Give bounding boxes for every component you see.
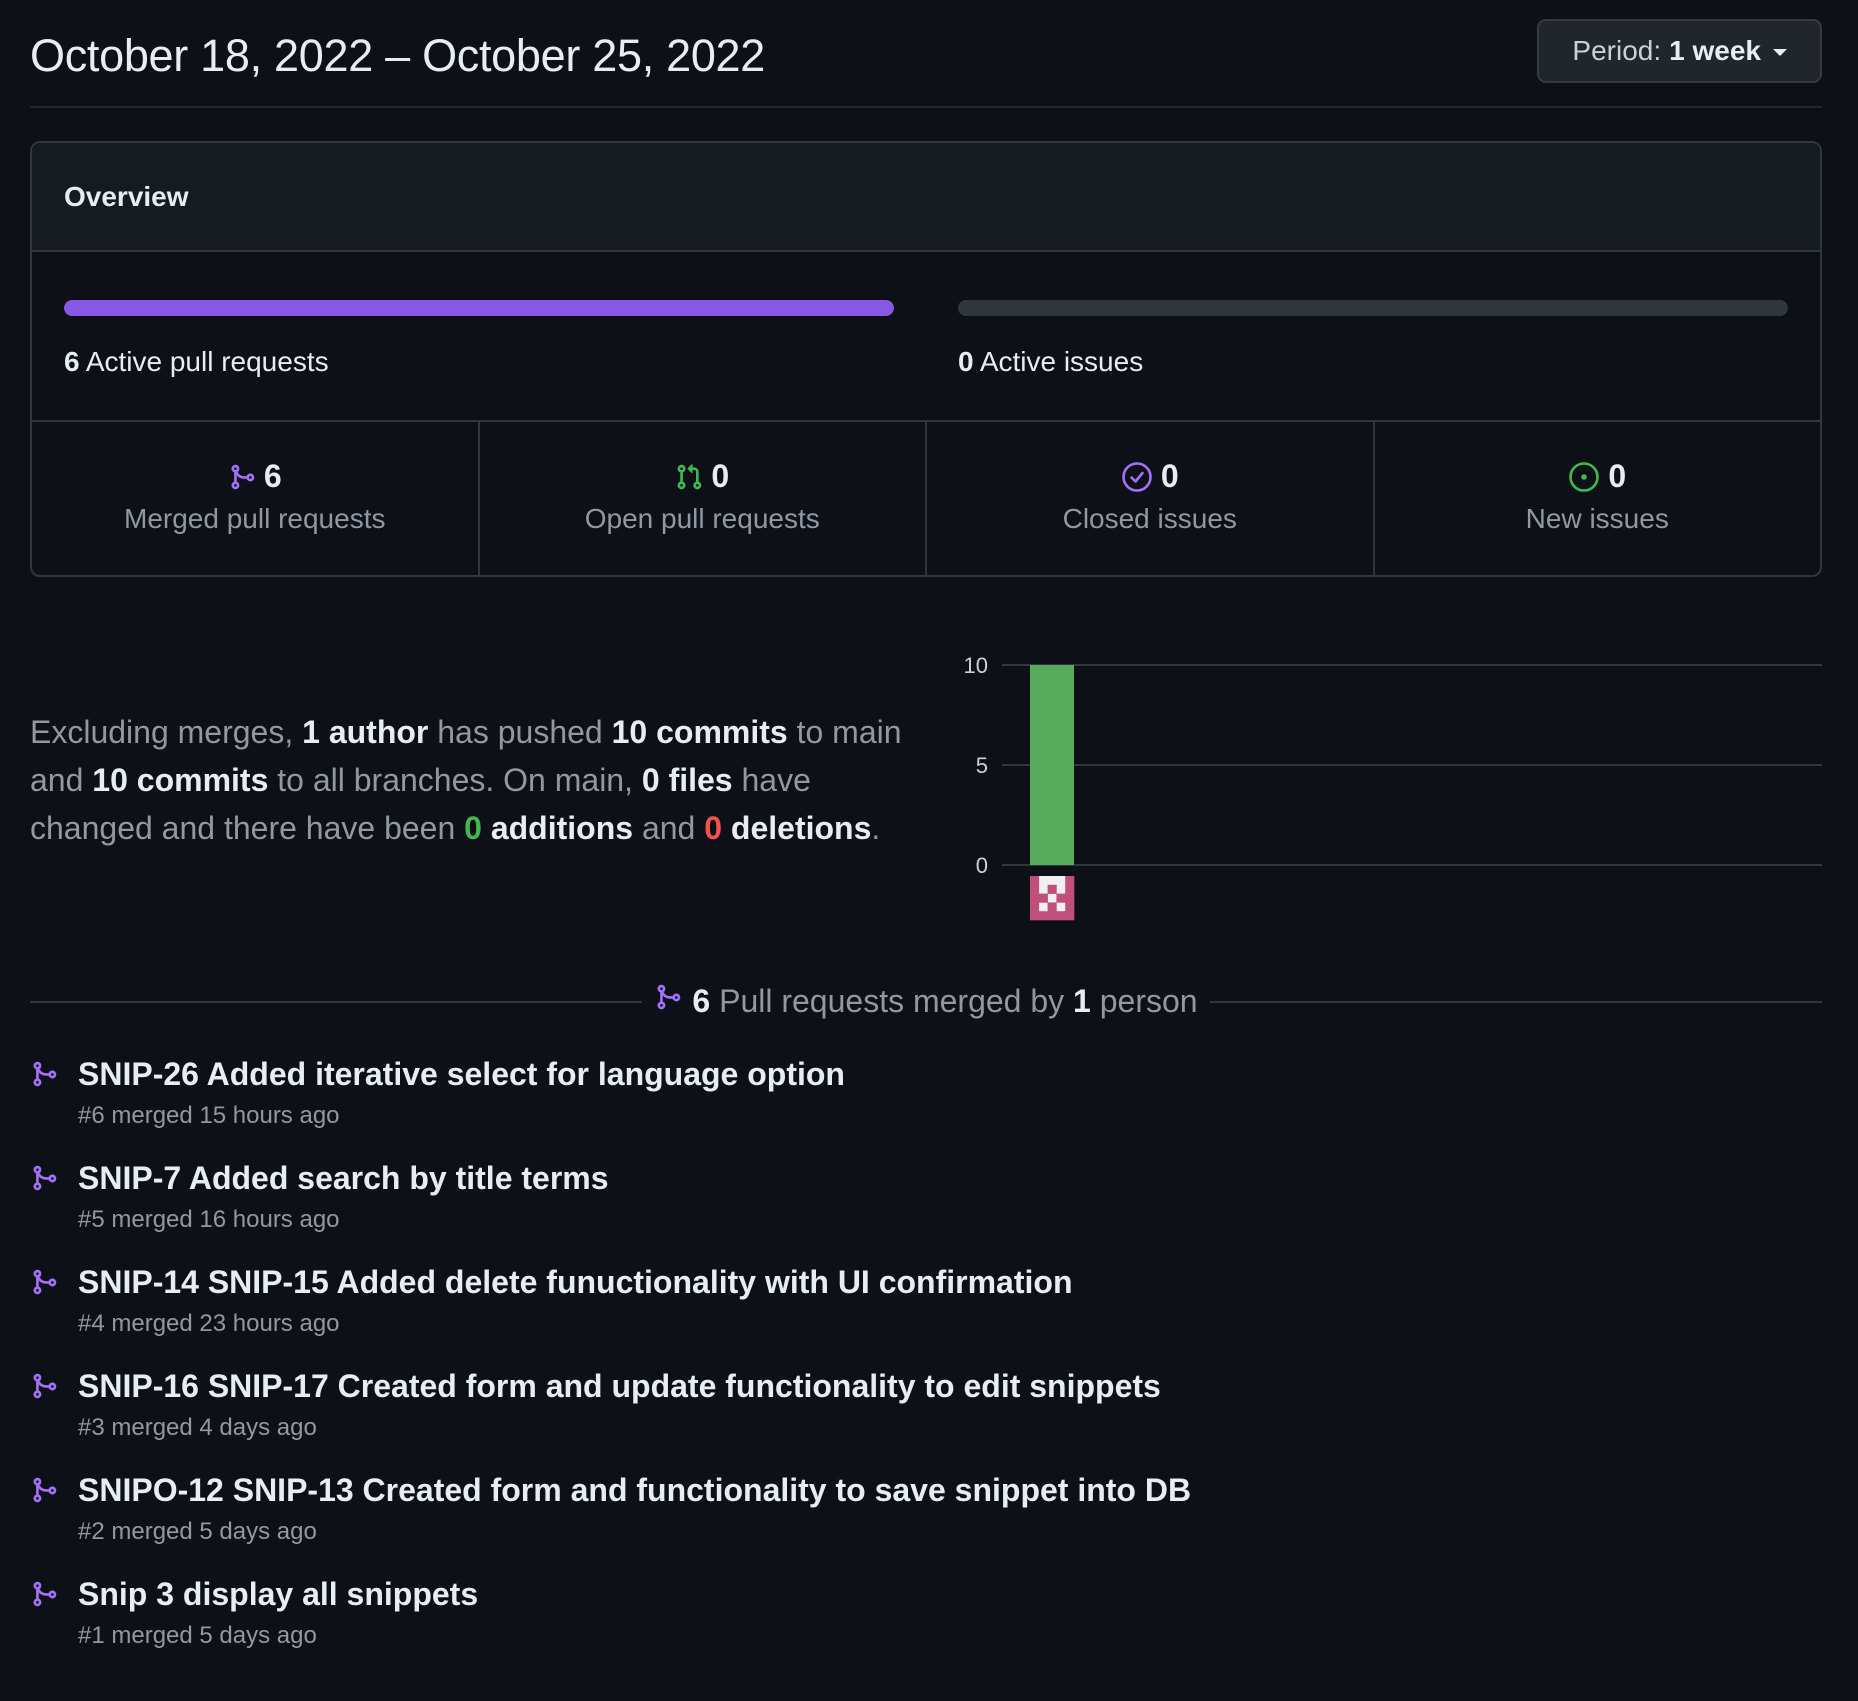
git-merge-icon: [30, 1162, 58, 1199]
git-merge-icon: [30, 1474, 58, 1511]
stat-count: 6: [263, 458, 282, 494]
commit-chart: 10 5 0: [964, 653, 1822, 921]
pr-list-item: SNIP-26 Added iterative select for langu…: [30, 1052, 1822, 1156]
pr-meta: #2 merged 5 days ago: [78, 1518, 317, 1545]
summary-text: and: [633, 810, 705, 846]
active-issues-count: 0: [958, 346, 974, 377]
active-prs-label: Active pull requests: [85, 346, 329, 377]
stat-count: 0: [1608, 458, 1627, 494]
pr-list-item: SNIP-14 SNIP-15 Added delete funuctional…: [30, 1260, 1822, 1364]
period-label: Period:: [1572, 35, 1662, 66]
stat-label: Closed issues: [1062, 502, 1237, 534]
pr-title-link[interactable]: SNIP-7 Added search by title terms: [78, 1160, 609, 1197]
merged-section-divider: 6 Pull requests merged by 1 person: [30, 978, 1822, 1024]
merged-count: 6: [692, 982, 711, 1019]
commit-bar[interactable]: [1030, 665, 1074, 865]
git-merge-icon: [228, 462, 256, 492]
merged-section-heading: 6 Pull requests merged by 1 person: [644, 978, 1208, 1024]
commit-summary: Excluding merges, 1 author has pushed 10…: [30, 708, 930, 852]
merged-pr-list: SNIP-26 Added iterative select for langu…: [30, 1052, 1822, 1676]
git-merge-icon: [30, 1058, 58, 1095]
pr-meta: #1 merged 5 days ago: [78, 1622, 317, 1649]
activity-bars: 6 Active pull requests 0 Active issues: [32, 252, 1820, 422]
y-tick-label: 0: [976, 853, 988, 878]
period-dropdown-button[interactable]: Period: 1 week: [1537, 19, 1822, 83]
y-tick-label: 5: [976, 753, 988, 778]
git-pull-request-icon: [675, 462, 703, 492]
stat-label: Merged pull requests: [124, 502, 386, 534]
pr-title-link[interactable]: SNIP-26 Added iterative select for langu…: [78, 1056, 845, 1093]
overview-stats: 6 Merged pull requests 0 Open pull reque…: [32, 422, 1820, 575]
pr-list-item: SNIP-7 Added search by title terms #5 mer…: [30, 1156, 1822, 1260]
summary-text: has pushed: [428, 714, 612, 750]
pr-title-link[interactable]: SNIP-14 SNIP-15 Added delete funuctional…: [78, 1264, 1072, 1301]
pr-list-item: SNIP-16 SNIP-17 Created form and update …: [30, 1364, 1822, 1468]
summary-additions-word: additions: [481, 810, 634, 846]
merged-people-count: 1: [1073, 982, 1091, 1019]
summary-files: 0 files: [641, 762, 733, 798]
pr-meta: #5 merged 16 hours ago: [78, 1206, 340, 1233]
overview-box: Overview 6 Active pull requests 0 Active…: [30, 141, 1822, 577]
stat-new-issues[interactable]: 0 New issues: [1375, 422, 1821, 575]
pr-meta: #4 merged 23 hours ago: [78, 1310, 340, 1337]
summary-text: Excluding merges,: [30, 714, 303, 750]
date-range-title: October 18, 2022 – October 25, 2022: [30, 30, 766, 81]
pr-meta: #3 merged 4 days ago: [78, 1414, 317, 1441]
chevron-down-icon: [1773, 48, 1787, 56]
summary-authors: 1 author: [302, 714, 429, 750]
pr-meta: #6 merged 15 hours ago: [78, 1102, 340, 1129]
pr-title-link[interactable]: SNIPO-12 SNIP-13 Created form and functi…: [78, 1472, 1191, 1509]
git-merge-icon: [30, 1370, 58, 1407]
summary-text: .: [871, 810, 881, 846]
stat-label: New issues: [1525, 502, 1669, 534]
active-prs-bar: [64, 300, 894, 316]
pr-list-item: Snip 3 display all snippets #1 merged 5 d…: [30, 1572, 1822, 1676]
author-avatar[interactable]: [1030, 876, 1075, 921]
merged-text: person: [1090, 982, 1198, 1019]
git-merge-icon: [654, 981, 682, 1021]
pr-title-link[interactable]: Snip 3 display all snippets: [78, 1576, 478, 1613]
git-merge-icon: [30, 1266, 58, 1303]
stat-closed-issues[interactable]: 0 Closed issues: [927, 422, 1375, 575]
summary-text: to all branches. On main,: [268, 762, 642, 798]
active-issues-link[interactable]: 0 Active issues: [958, 346, 1143, 378]
summary-additions-count: 0: [464, 810, 482, 846]
issue-closed-icon: [1121, 461, 1153, 493]
stat-count: 0: [711, 458, 730, 494]
y-tick-label: 10: [964, 653, 988, 678]
git-merge-icon: [30, 1578, 58, 1615]
summary-deletions-count: 0: [704, 810, 723, 846]
stat-merged-prs[interactable]: 6 Merged pull requests: [32, 422, 480, 575]
summary-deletions-word: deletions: [722, 810, 872, 846]
issue-opened-icon: [1568, 461, 1600, 493]
pulse-header: October 18, 2022 – October 25, 2022 Peri…: [30, 0, 1822, 108]
pulse-page: October 18, 2022 – October 25, 2022 Peri…: [30, 0, 1822, 1649]
stat-label: Open pull requests: [584, 502, 820, 534]
active-prs-bar-fill: [64, 300, 894, 316]
active-prs-link[interactable]: 6 Active pull requests: [64, 346, 329, 378]
stat-count: 0: [1160, 458, 1179, 494]
stat-open-prs[interactable]: 0 Open pull requests: [480, 422, 927, 575]
period-value: 1 week: [1669, 35, 1761, 66]
summary-commits-all: 10 commits: [92, 762, 269, 798]
active-issues-label: Active issues: [979, 346, 1144, 377]
pr-list-item: SNIPO-12 SNIP-13 Created form and functi…: [30, 1468, 1822, 1572]
merged-text: Pull requests merged by: [710, 982, 1074, 1019]
active-issues-bar: [958, 300, 1788, 316]
overview-heading: Overview: [32, 143, 1820, 252]
summary-commits-main: 10 commits: [611, 714, 788, 750]
pr-title-link[interactable]: SNIP-16 SNIP-17 Created form and update …: [78, 1368, 1161, 1405]
active-prs-count: 6: [64, 346, 80, 377]
